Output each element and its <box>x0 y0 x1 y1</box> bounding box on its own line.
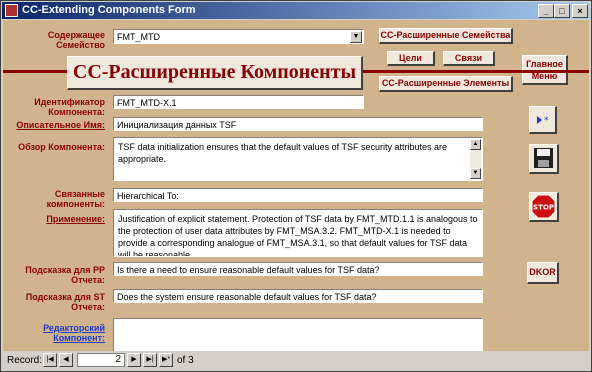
chevron-down-icon[interactable]: ▼ <box>350 31 362 43</box>
identifier-field[interactable]: FMT_MTD-X.1 <box>113 95 364 109</box>
identifier-label: Идентификатор Компонента: <box>34 97 105 117</box>
stop-icon: STOP <box>531 194 556 219</box>
app-icon <box>5 4 18 17</box>
st-hint-label: Подсказка для ST Отчета: <box>25 292 105 312</box>
minimize-icon[interactable]: _ <box>538 4 554 18</box>
form-window: CC-Extending Components Form _ □ × Содер… <box>0 0 592 372</box>
application-field[interactable]: Justification of explicit statement. Pro… <box>113 209 483 257</box>
record-total: 3 <box>188 355 194 366</box>
scroll-down-icon[interactable]: ▼ <box>470 168 481 179</box>
record-number-input[interactable]: 2 <box>77 353 125 367</box>
close-icon[interactable]: × <box>572 4 588 18</box>
links-button[interactable]: Связи <box>443 51 495 66</box>
form-body: Содержащее Семейство FMT_MTD ▼ CC-Расшир… <box>3 20 589 351</box>
form-banner: CC-Расширенные Компоненты <box>67 56 363 90</box>
pp-hint-field[interactable]: Is there a need to ensure reasonable def… <box>113 262 483 276</box>
family-combo[interactable]: FMT_MTD ▼ <box>113 29 364 44</box>
new-record-nav-icon[interactable]: ▶* <box>159 353 173 367</box>
editorial-field[interactable] <box>113 318 483 351</box>
families-button[interactable]: CC-Расширенные Семейства <box>379 28 513 44</box>
editorial-label: Редакторский Компонент: <box>43 323 105 343</box>
related-label: Связанные компоненты: <box>46 189 105 209</box>
first-record-icon[interactable]: |◀ <box>43 353 57 367</box>
last-record-icon[interactable]: ▶| <box>143 353 157 367</box>
save-button[interactable] <box>529 144 559 174</box>
elements-button[interactable]: CC-Расширенные Элементы <box>379 76 513 92</box>
scroll-up-icon[interactable]: ▲ <box>470 139 481 150</box>
record-label: Record: <box>7 355 43 366</box>
maximize-icon[interactable]: □ <box>554 4 570 18</box>
application-label: Применение: <box>46 214 105 224</box>
title-bar[interactable]: CC-Extending Components Form _ □ × <box>2 2 590 19</box>
window-title: CC-Extending Components Form <box>22 4 196 16</box>
overview-field[interactable]: TSF data initialization ensures that the… <box>113 137 483 181</box>
save-icon <box>534 148 553 168</box>
record-navigator: Record: |◀ ◀ 2 ▶ ▶| ▶* of 3 <box>3 352 589 369</box>
new-record-button[interactable]: * <box>529 106 557 134</box>
stop-label: STOP <box>533 204 554 212</box>
of-label: of <box>177 355 186 366</box>
record-count: of 3 <box>177 355 194 366</box>
family-value: FMT_MTD <box>117 32 160 42</box>
overview-text: TSF data initialization ensures that the… <box>118 142 448 164</box>
desc-name-label: Описательное Имя: <box>16 120 105 130</box>
desc-name-field[interactable]: Инициализация данных TSF <box>113 117 483 131</box>
overview-label: Обзор Компонента: <box>18 142 105 152</box>
st-hint-field[interactable]: Does the system ensure reasonable defaul… <box>113 289 483 303</box>
prev-record-icon[interactable]: ◀ <box>59 353 73 367</box>
next-record-icon[interactable]: ▶ <box>127 353 141 367</box>
goals-button[interactable]: Цели <box>387 51 435 66</box>
family-label: Содержащее Семейство <box>47 30 105 50</box>
svg-text:*: * <box>544 116 549 126</box>
related-field[interactable]: Hierarchical To: <box>113 188 483 202</box>
overview-scrollbar[interactable]: ▲ ▼ <box>470 139 481 179</box>
stop-button[interactable]: STOP <box>529 192 559 222</box>
new-record-icon: * <box>537 116 549 126</box>
dkor-button[interactable]: DKOR <box>527 262 559 284</box>
pp-hint-label: Подсказка для PP Отчета: <box>25 265 105 285</box>
